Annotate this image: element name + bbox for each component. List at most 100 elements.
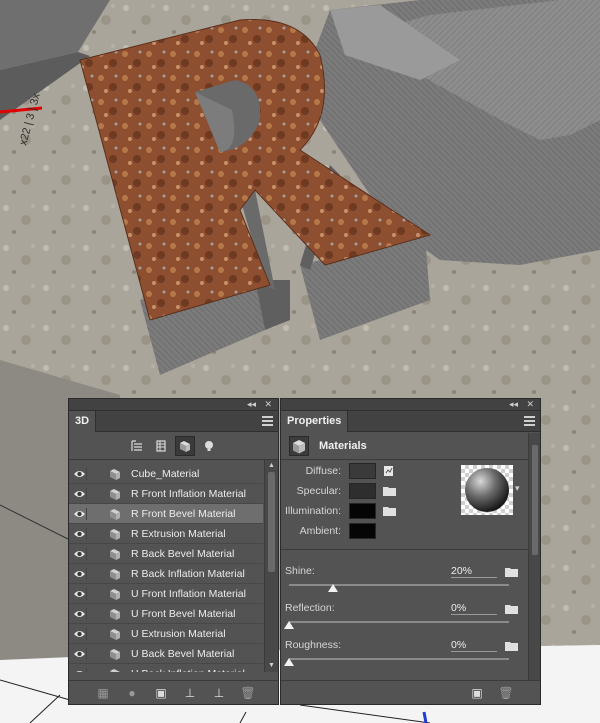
- material-layer-row[interactable]: R Front Bevel Material: [69, 504, 263, 524]
- visibility-eye-icon[interactable]: [73, 528, 87, 540]
- slider-knob[interactable]: [328, 584, 338, 592]
- material-layer-label: U Back Bevel Material: [131, 648, 235, 660]
- folder-icon[interactable]: [505, 640, 518, 651]
- scene-new-icon[interactable]: ▦: [95, 685, 111, 701]
- material-field-label: Illumination:: [284, 505, 341, 517]
- material-icon: [109, 508, 121, 520]
- material-layer-label: U Front Bevel Material: [131, 608, 236, 620]
- material-layer-row[interactable]: U Front Inflation Material: [69, 584, 263, 604]
- color-swatch[interactable]: [349, 463, 376, 479]
- material-layer-label: U Back Inflation Material: [131, 664, 245, 672]
- ground-icon[interactable]: ⊥: [182, 685, 198, 701]
- light-bulb-icon: [205, 441, 213, 451]
- slider-knob[interactable]: [284, 658, 294, 666]
- visibility-eye-icon[interactable]: [73, 548, 87, 560]
- material-layer-row[interactable]: R Front Inflation Material: [69, 484, 263, 504]
- texture-map-icon[interactable]: [383, 465, 396, 476]
- material-icon: [109, 488, 121, 500]
- material-filter-button[interactable]: [175, 436, 195, 456]
- visibility-eye-icon[interactable]: [73, 508, 87, 520]
- mesh-filter-button[interactable]: [151, 436, 171, 456]
- material-icon: [109, 628, 121, 640]
- slider-track[interactable]: [289, 658, 509, 660]
- slider-knob[interactable]: [284, 621, 294, 629]
- slider-label: Shine:: [285, 565, 315, 577]
- scroll-down-arrow-icon[interactable]: ▼: [268, 662, 275, 670]
- scroll-up-arrow-icon[interactable]: ▲: [268, 462, 275, 470]
- close-icon[interactable]: ✕: [526, 399, 534, 410]
- panel-menu-icon[interactable]: [262, 416, 273, 426]
- light-filter-button[interactable]: [199, 436, 219, 456]
- material-layer-row[interactable]: R Back Inflation Material: [69, 564, 263, 584]
- folder-icon[interactable]: [505, 566, 518, 577]
- material-layer-row[interactable]: R Extrusion Material: [69, 524, 263, 544]
- visibility-eye-icon[interactable]: [73, 468, 87, 480]
- folder-icon[interactable]: [383, 485, 396, 496]
- material-layer-list: U Back Inflation Material U Back Bevel Ma…: [69, 460, 278, 672]
- panel-menu-icon[interactable]: [524, 416, 535, 426]
- properties-topbar[interactable]: ◂◂ ✕: [281, 399, 540, 411]
- visibility-eye-icon[interactable]: [73, 668, 87, 672]
- visibility-eye-icon[interactable]: [73, 488, 87, 500]
- color-swatch[interactable]: [349, 523, 376, 539]
- slider-track[interactable]: [289, 621, 509, 623]
- scroll-thumb[interactable]: [268, 472, 275, 572]
- material-layer-label: U Extrusion Material: [131, 628, 226, 640]
- properties-header: Materials: [281, 432, 540, 460]
- scroll-thumb[interactable]: [532, 445, 538, 555]
- slider-value-input[interactable]: 0%: [451, 602, 497, 615]
- trash-icon[interactable]: 🗑: [498, 685, 514, 701]
- material-layer-row[interactable]: U Back Inflation Material: [69, 664, 263, 672]
- filter-toolbar: [69, 432, 278, 460]
- properties-scrollbar[interactable]: [528, 433, 540, 681]
- trash-icon[interactable]: 🗑: [240, 685, 256, 701]
- scene-icon: [131, 440, 142, 451]
- tab-3d[interactable]: 3D: [69, 411, 97, 432]
- collapse-icon[interactable]: ◂◂: [247, 399, 256, 410]
- slider-label: Reflection:: [285, 602, 335, 614]
- material-field-label: Ambient:: [299, 525, 341, 537]
- visibility-eye-icon[interactable]: [73, 588, 87, 600]
- slider-label: Roughness:: [285, 639, 342, 651]
- visibility-eye-icon[interactable]: [73, 648, 87, 660]
- collapse-icon[interactable]: ◂◂: [509, 399, 518, 410]
- materials-header-icon: [289, 436, 309, 456]
- chevron-down-icon[interactable]: ▾: [515, 483, 520, 494]
- color-swatch[interactable]: [349, 483, 376, 499]
- layer-list-scrollbar[interactable]: ▲ ▼: [264, 460, 278, 672]
- light-add-icon[interactable]: ●: [124, 685, 140, 701]
- panel-3d-topbar[interactable]: ◂◂ ✕: [69, 399, 278, 411]
- material-layer-row[interactable]: U Front Bevel Material: [69, 604, 263, 624]
- visibility-eye-icon[interactable]: [73, 568, 87, 580]
- move-ground-icon[interactable]: ⊥: [211, 685, 227, 701]
- folder-icon[interactable]: [383, 505, 396, 516]
- material-layer-row[interactable]: U Back Bevel Material: [69, 644, 263, 664]
- slider-track[interactable]: [289, 584, 509, 586]
- render-icon[interactable]: ▣: [153, 685, 169, 701]
- folder-icon[interactable]: [505, 603, 518, 614]
- color-swatch[interactable]: [349, 503, 376, 519]
- material-layer-row[interactable]: Cube_Material: [69, 464, 263, 484]
- material-layer-row[interactable]: R Back Bevel Material: [69, 544, 263, 564]
- material-icon: [109, 528, 121, 540]
- panel-3d: ◂◂ ✕ 3D U Back Inflation MaterialU Back …: [68, 398, 279, 705]
- material-properties: ▾ Diffuse: Specular: Illumination: Ambient:…: [281, 461, 528, 681]
- scene-filter-button[interactable]: [127, 436, 147, 456]
- slider-value-input[interactable]: 0%: [451, 639, 497, 652]
- visibility-eye-icon[interactable]: [73, 608, 87, 620]
- visibility-eye-icon[interactable]: [73, 628, 87, 640]
- material-field-label: Specular:: [296, 485, 341, 497]
- material-icon: [109, 588, 121, 600]
- render-icon[interactable]: ▣: [469, 685, 485, 701]
- material-layer-row[interactable]: U Extrusion Material: [69, 624, 263, 644]
- material-layer-label: R Back Inflation Material: [131, 568, 245, 580]
- material-preview-sphere[interactable]: [461, 465, 513, 515]
- properties-panel: ◂◂ ✕ Properties Materials ▾ Diffuse: Spec…: [280, 398, 541, 705]
- panel-3d-footer: ▦ ● ▣ ⊥ ⊥ 🗑: [69, 680, 278, 704]
- slider-value-input[interactable]: 20%: [451, 565, 497, 578]
- material-layer-label: U Front Inflation Material: [131, 588, 246, 600]
- material-layer-label: R Front Bevel Material: [131, 508, 236, 520]
- tab-properties[interactable]: Properties: [281, 411, 349, 432]
- material-icon: [109, 668, 121, 672]
- close-icon[interactable]: ✕: [264, 399, 272, 410]
